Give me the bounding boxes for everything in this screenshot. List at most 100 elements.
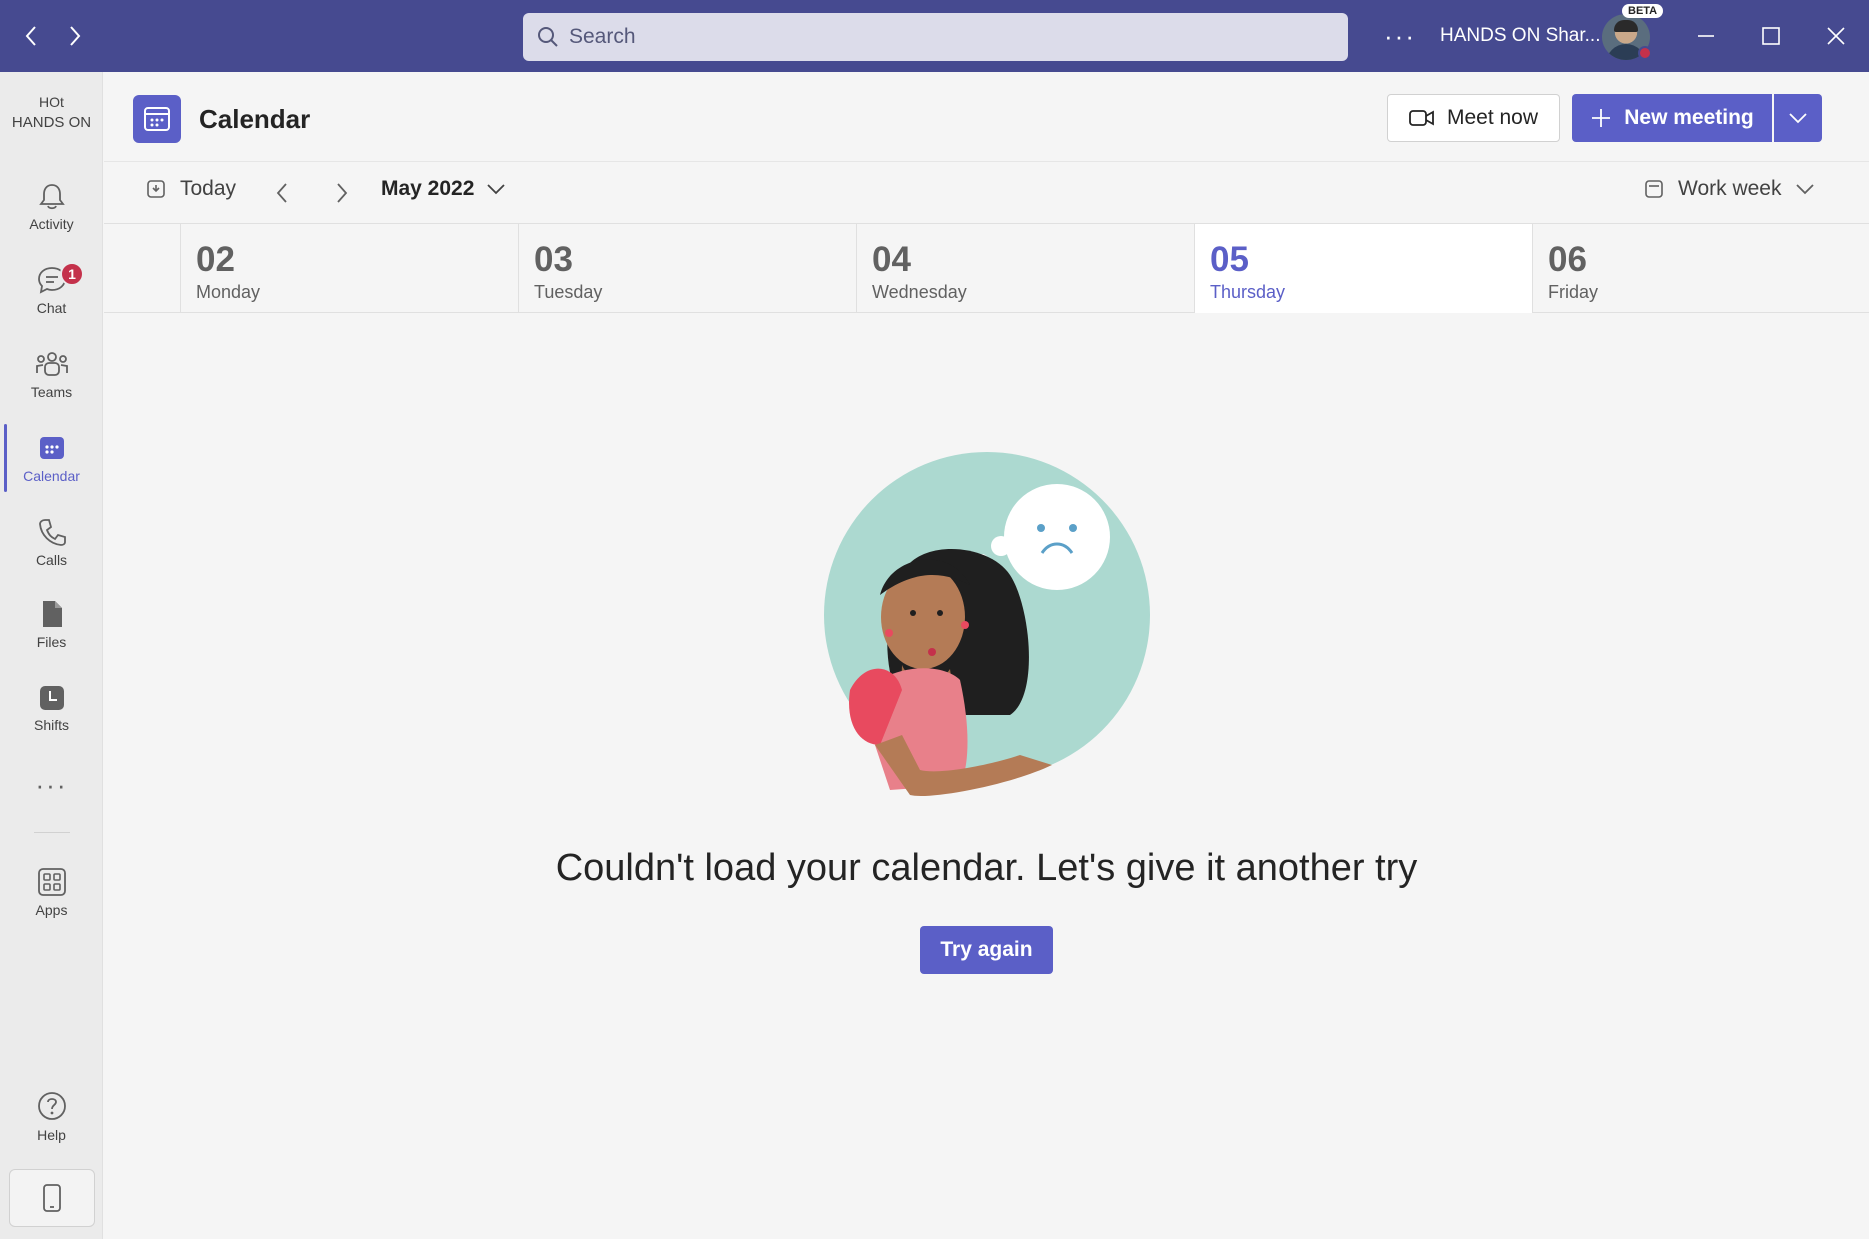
org-name[interactable]: HANDS ON Shar... [1440,25,1601,47]
rail-item-activity[interactable]: Activity [0,166,103,246]
history-nav [20,18,86,54]
calendar-toolbar: Today May 2022 Work week [104,163,1869,223]
next-week-button[interactable] [324,175,360,211]
file-icon [42,600,62,627]
apps-icon [37,867,66,896]
plus-icon [1592,109,1611,127]
chevron-left-icon [25,26,36,46]
forward-button[interactable] [64,18,86,54]
today-label: Today [180,177,237,200]
rail-item-chat[interactable]: Chat 1 [0,250,103,330]
title-bar: Search ··· HANDS ON Shar... BETA [0,0,1869,72]
rail-label: Teams [30,383,73,400]
day-column-monday[interactable]: 02 Monday [180,224,518,313]
presence-status-icon [1638,46,1652,60]
rail-label: Files [36,633,67,650]
search-icon [538,27,558,47]
maximize-button[interactable] [1751,18,1791,54]
new-meeting-label: New meeting [1624,106,1754,129]
more-options-button[interactable]: ··· [1380,21,1420,52]
more-apps-button[interactable]: ··· [0,770,103,801]
chevron-right-icon [70,26,81,46]
back-button[interactable] [20,18,42,54]
minimize-icon [1698,35,1714,37]
view-label: Work week [1678,177,1782,200]
close-icon [1827,27,1845,45]
rail-label: Help [37,1126,66,1143]
close-button[interactable] [1816,18,1856,54]
new-meeting-dropdown[interactable] [1774,94,1822,142]
shifts-icon [39,685,64,710]
search-placeholder: Search [569,25,636,48]
error-illustration [824,452,1150,796]
try-again-button[interactable]: Try again [920,926,1053,974]
month-label: May 2022 [381,177,475,200]
phone-icon [38,518,66,546]
page-title: Calendar [199,104,311,134]
day-column-wednesday[interactable]: 04 Wednesday [856,224,1194,313]
rail-divider [34,832,70,833]
help-icon [37,1091,66,1120]
calendar-icon [144,107,170,131]
rail-label: Calendar [23,467,80,484]
day-number: 02 [196,240,235,279]
calendar-header: Calendar Meet now New meeting [104,72,1869,162]
calendar-today-icon [147,180,165,198]
month-picker[interactable]: May 2022 [381,177,506,201]
calendar-view-icon [1645,180,1663,198]
search-input[interactable]: Search [523,13,1348,61]
rail-item-calls[interactable]: Calls [0,502,103,582]
minimize-button[interactable] [1686,18,1726,54]
day-number: 05 [1210,240,1249,279]
new-meeting-button[interactable]: New meeting [1572,94,1772,142]
rail-item-teams[interactable]: Teams [0,334,103,414]
view-selector[interactable]: Work week [1644,177,1815,201]
mobile-phone-icon [43,1184,61,1212]
org-label: HANDS ON [11,114,92,131]
org-switcher[interactable]: HOt HANDS ON [0,94,103,131]
rail-item-files[interactable]: Files [0,584,103,664]
bell-icon [38,183,65,209]
mobile-app-button[interactable] [9,1169,95,1227]
day-name: Thursday [1210,282,1286,302]
titlebar-right: ··· HANDS ON Shar... [1380,0,1601,72]
error-message: Couldn't load your calendar. Let's give … [555,847,1418,889]
video-camera-icon [1409,110,1434,126]
meet-now-button[interactable]: Meet now [1387,94,1560,142]
previous-week-button[interactable] [264,175,300,211]
calendar-app-icon [133,95,181,143]
day-column-friday[interactable]: 06 Friday [1532,224,1869,313]
day-number: 06 [1548,240,1587,279]
org-short: HOt [39,94,64,110]
rail-item-calendar[interactable]: Calendar [0,418,103,498]
day-column-thursday[interactable]: 05 Thursday [1194,224,1532,313]
day-number: 04 [872,240,911,279]
rail-label: Shifts [33,716,69,733]
calendar-icon [39,436,64,459]
day-name: Wednesday [872,282,967,302]
beta-badge: BETA [1622,4,1664,18]
teams-icon [35,351,68,376]
today-button[interactable]: Today [146,177,236,201]
rail-label: Chat [36,299,67,316]
unread-badge: 1 [60,262,84,286]
day-column-tuesday[interactable]: 03 Tuesday [518,224,856,313]
maximize-icon [1762,27,1780,45]
chevron-down-icon [487,184,506,195]
chevron-right-icon [337,183,348,203]
day-number: 03 [534,240,573,279]
week-day-header: 02 Monday 03 Tuesday 04 Wednesday 05 Thu… [104,223,1869,313]
day-name: Tuesday [534,282,603,302]
rail-label: Apps [35,901,68,918]
rail-item-help[interactable]: Help [0,1076,103,1156]
chevron-left-icon [276,183,287,203]
rail-item-shifts[interactable]: Shifts [0,668,103,748]
rail-label: Activity [29,215,74,232]
app-rail: HOt HANDS ON Activity Chat 1 Teams Calen… [0,72,103,1239]
chevron-down-icon [1789,113,1807,124]
rail-label: Calls [35,551,68,568]
chevron-down-icon [1796,184,1815,195]
day-name: Friday [1548,282,1599,302]
rail-item-apps[interactable]: Apps [0,852,103,932]
meet-now-label: Meet now [1446,106,1539,129]
